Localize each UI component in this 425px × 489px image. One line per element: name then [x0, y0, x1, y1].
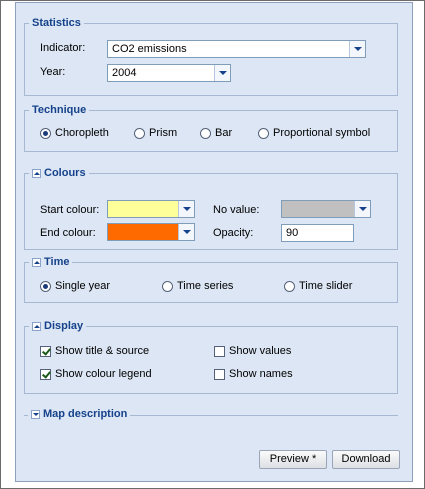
- radio-icon: [162, 280, 173, 292]
- display-legend-label: Display: [44, 320, 84, 332]
- display-fieldset: Display: [24, 320, 398, 394]
- checkbox-checked-icon: [40, 368, 51, 380]
- time-option-label: Time series: [177, 280, 234, 292]
- expand-icon[interactable]: [31, 409, 40, 419]
- chevron-down-icon[interactable]: [178, 224, 194, 240]
- indicator-label: Indicator:: [40, 42, 86, 54]
- time-slider-radio[interactable]: Time slider: [284, 280, 352, 292]
- checkbox-icon: [214, 345, 225, 357]
- show-names-checkbox[interactable]: Show names: [214, 368, 293, 380]
- chevron-down-icon[interactable]: [178, 201, 194, 217]
- display-option-label: Show colour legend: [55, 368, 152, 380]
- radio-selected-icon: [40, 127, 51, 139]
- no-value-swatch: [282, 201, 354, 217]
- technique-option-label: Prism: [149, 127, 178, 139]
- technique-bar-radio[interactable]: Bar: [200, 127, 232, 139]
- display-option-label: Show values: [229, 345, 292, 357]
- time-legend[interactable]: Time: [29, 256, 72, 268]
- technique-proportional-symbol-radio[interactable]: Proportional symbol: [258, 127, 370, 139]
- chevron-down-icon[interactable]: [349, 41, 365, 57]
- radio-selected-icon: [40, 280, 51, 292]
- preview-button[interactable]: Preview *: [259, 450, 327, 469]
- year-label: Year:: [40, 66, 66, 78]
- display-legend[interactable]: Display: [29, 320, 86, 332]
- show-colour-legend-checkbox[interactable]: Show colour legend: [40, 368, 152, 380]
- opacity-input[interactable]: 90: [281, 224, 354, 242]
- end-colour-picker[interactable]: [107, 223, 195, 241]
- display-option-label: Show title & source: [55, 345, 150, 357]
- radio-icon: [284, 280, 295, 292]
- chevron-down-icon[interactable]: [214, 65, 230, 81]
- technique-legend: Technique: [32, 104, 87, 116]
- end-colour-swatch: [108, 224, 178, 240]
- start-colour-picker[interactable]: [107, 200, 195, 218]
- checkbox-checked-icon: [40, 345, 51, 357]
- show-values-checkbox[interactable]: Show values: [214, 345, 291, 357]
- technique-prism-radio[interactable]: Prism: [134, 127, 177, 139]
- map-description-section: Map description: [24, 408, 398, 422]
- map-description-label: Map description: [43, 408, 128, 420]
- statistics-legend: Statistics: [32, 17, 81, 29]
- technique-choropleth-radio[interactable]: Choropleth: [40, 127, 109, 139]
- time-series-radio[interactable]: Time series: [162, 280, 233, 292]
- indicator-value: CO2 emissions: [112, 43, 187, 55]
- time-option-label: Time slider: [299, 280, 353, 292]
- start-colour-swatch: [108, 201, 178, 217]
- time-single-year-radio[interactable]: Single year: [40, 280, 110, 292]
- start-colour-label: Start colour:: [40, 204, 100, 216]
- map-description-legend[interactable]: Map description: [28, 408, 131, 420]
- download-button[interactable]: Download: [332, 450, 400, 469]
- radio-icon: [258, 127, 269, 139]
- radio-icon: [134, 127, 145, 139]
- technique-option-label: Proportional symbol: [273, 127, 371, 139]
- show-title-source-checkbox[interactable]: Show title & source: [40, 345, 149, 357]
- chevron-down-icon[interactable]: [354, 201, 370, 217]
- no-value-label: No value:: [213, 204, 260, 216]
- no-value-colour-picker[interactable]: [281, 200, 371, 218]
- colours-legend[interactable]: Colours: [29, 167, 89, 179]
- technique-option-label: Bar: [215, 127, 233, 139]
- radio-icon: [200, 127, 211, 139]
- time-legend-label: Time: [44, 256, 70, 268]
- year-value: 2004: [112, 67, 137, 79]
- indicator-select[interactable]: CO2 emissions: [107, 40, 366, 58]
- collapse-icon[interactable]: [32, 321, 41, 331]
- technique-option-label: Choropleth: [55, 127, 109, 139]
- colours-legend-label: Colours: [44, 167, 86, 179]
- checkbox-icon: [214, 368, 225, 380]
- collapse-icon[interactable]: [32, 257, 41, 267]
- end-colour-label: End colour:: [40, 227, 96, 239]
- display-option-label: Show names: [229, 368, 293, 380]
- time-option-label: Single year: [55, 280, 111, 292]
- year-select[interactable]: 2004: [107, 64, 231, 82]
- opacity-label: Opacity:: [213, 227, 254, 239]
- collapse-icon[interactable]: [32, 168, 41, 178]
